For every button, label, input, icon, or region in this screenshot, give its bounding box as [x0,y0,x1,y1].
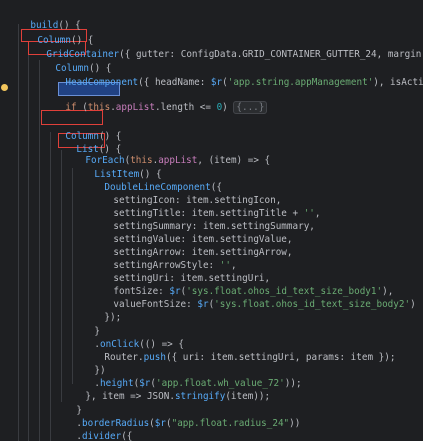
code-token: ) [222,102,234,113]
code-token: valueFontSize: [113,299,198,310]
folded-code-region[interactable]: {...} [233,101,268,114]
lightbulb-icon[interactable] [1,84,8,91]
code-line: strokeWidth: 1, [63,423,169,441]
code-line: }, item => JSON.stringify(item)); [63,370,270,402]
code-token: )); [284,378,302,389]
indent-guide [28,42,29,441]
indent-guide [39,60,40,441]
code-token: $r [197,299,209,310]
code-token: "app.float.radius_24" [171,418,290,429]
indent-guide [18,24,19,441]
code-token: )) [289,418,301,429]
indent-guide [61,150,62,402]
code-token: 'sys.float.ohos_id_text_size_body2' [214,299,411,310]
code-line: if (this.appList.length <= 0) {...} [43,81,268,114]
code-editor[interactable]: build() { Column() { GridContainer({ gut… [0,0,423,441]
code-line: Router.push({ uri: item.settingUri, para… [82,331,395,363]
code-token: ), isActive: [373,77,423,88]
code-line: HeadComponent({ headName: $r('app.string… [43,56,423,88]
code-token: , [314,208,321,219]
code-token: appList [115,102,155,113]
indent-guide [50,132,51,441]
code-token: ) [410,299,416,310]
code-line: valueFontSize: $r('sys.float.ohos_id_tex… [91,278,415,310]
code-token: .length <= [154,102,217,113]
